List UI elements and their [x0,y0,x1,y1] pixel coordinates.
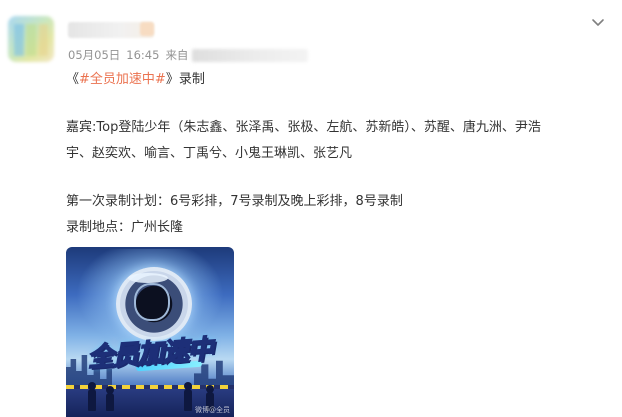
author-badge-icon [140,22,154,36]
topic-close-bracket: 》录制 [165,72,205,87]
poster-runner [106,386,114,411]
location-line: 录制地点：广州长隆 [66,220,184,235]
schedule-line: 第一次录制计划：6号彩排，7号录制及晚上彩排，8号录制 [66,194,403,209]
poster-eye-shine [128,273,168,283]
post-image-poster[interactable]: 全员加速中 微博@全员 [66,247,234,417]
post-time[interactable]: 16:45 [126,48,159,62]
avatar[interactable] [8,16,54,62]
guests-line-1: 嘉宾:Top登陆少年（朱志鑫、张泽禹、张极、左航、苏新皓）、苏醒、唐九洲、尹浩 [66,120,541,135]
topic-line: 《#全员加速中#》录制 [66,71,205,89]
post-date[interactable]: 05月05日 [68,47,120,63]
post-source-label: 来自 [165,48,189,62]
post-source-blurred[interactable] [192,48,309,62]
guests-line-2: 宇、赵奕欢、喻言、丁禹兮、小鬼王琳凯、张艺凡 [66,146,353,161]
poster-runner [184,382,192,411]
post-meta: 05月05日 16:45 来自 [68,47,309,63]
chevron-down-icon[interactable] [590,14,606,30]
hashtag-link[interactable]: #全员加速中# [79,72,166,87]
poster-watermark: 微博@全员 [195,406,230,414]
topic-open-bracket: 《 [66,72,80,87]
poster-runner [88,382,96,411]
